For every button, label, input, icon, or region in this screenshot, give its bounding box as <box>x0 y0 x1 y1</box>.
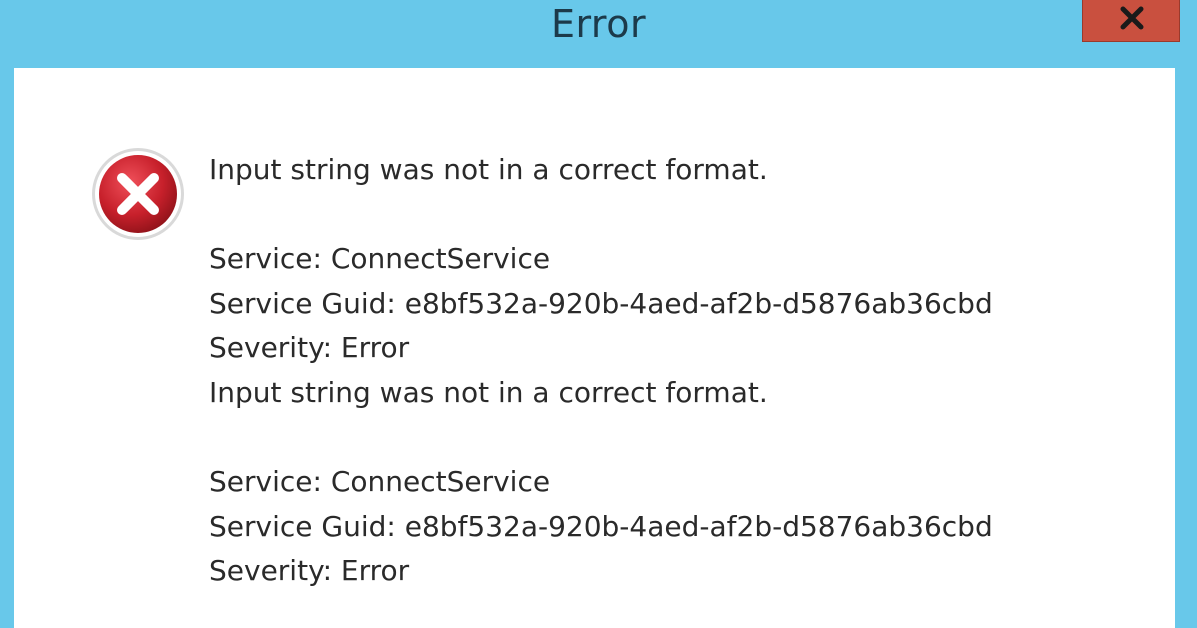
service-line: Service: ConnectService <box>209 242 551 276</box>
service-guid-line: Service Guid: e8bf532a-920b-4aed-af2b-d5… <box>209 286 993 320</box>
title-bar[interactable]: Error <box>0 0 1197 68</box>
window-title: Error <box>550 2 647 46</box>
dialog-content: Input string was not in a correct format… <box>14 68 1175 628</box>
service-line: Service: ConnectService <box>209 465 551 499</box>
error-message: Input string was not in a correct format… <box>209 148 1149 594</box>
severity-line: Severity: Error <box>209 331 410 365</box>
service-guid-line: Service Guid: e8bf532a-920b-4aed-af2b-d5… <box>209 509 993 543</box>
close-icon <box>1083 0 1181 36</box>
severity-line: Severity: Error <box>209 554 410 588</box>
error-headline: Input string was not in a correct format… <box>209 153 768 186</box>
error-headline-repeat: Input string was not in a correct format… <box>209 375 768 409</box>
message-spacer <box>209 416 1149 461</box>
error-icon <box>90 146 186 242</box>
message-spacer <box>209 193 1149 238</box>
close-button[interactable] <box>1082 0 1180 42</box>
